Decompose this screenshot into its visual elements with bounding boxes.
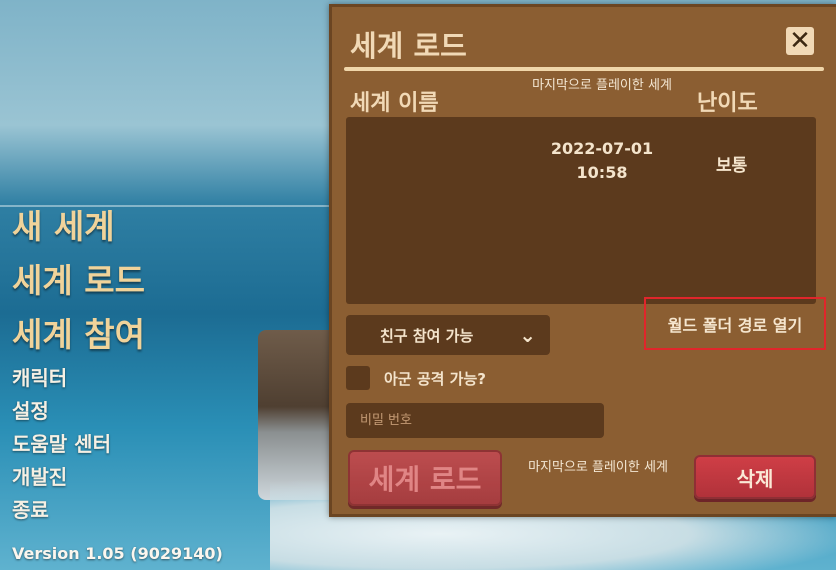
- menu-join-world[interactable]: 세계 참여: [12, 308, 145, 362]
- world-row-last-played[interactable]: 2022-07-01 10:58: [532, 137, 672, 185]
- menu-developer[interactable]: 개발진: [12, 461, 145, 494]
- visibility-select-value: 친구 참여 가능: [380, 326, 474, 345]
- delete-button[interactable]: 삭제: [694, 455, 816, 499]
- footer-last-played: 마지막으로 플레이한 세계: [528, 460, 668, 475]
- open-world-folder-label: 월드 폴더 경로 열기: [667, 315, 803, 335]
- load-world-button-label: 세계 로드: [368, 463, 482, 496]
- column-header-last-played: 마지막으로 플레이한 세계: [532, 78, 672, 93]
- open-world-folder-button[interactable]: 월드 폴더 경로 열기: [644, 297, 826, 350]
- chevron-down-icon: ⌄: [519, 323, 536, 347]
- column-header-name: 세계 이름: [350, 91, 439, 116]
- menu-quit[interactable]: 종료: [12, 494, 145, 527]
- menu-new-world[interactable]: 새 세계: [12, 200, 145, 254]
- friendly-fire-checkbox[interactable]: [346, 366, 370, 390]
- version-label: Version 1.05 (9029140): [12, 544, 223, 563]
- dialog-title: 세계 로드: [350, 29, 467, 63]
- load-world-button[interactable]: 세계 로드: [348, 450, 502, 506]
- menu-help-center[interactable]: 도움말 센터: [12, 428, 145, 461]
- load-world-dialog: 세계 로드 ✕ 세계 이름 마지막으로 플레이한 세계 난이도 2022-07-…: [329, 4, 836, 517]
- title-divider: [344, 67, 824, 71]
- close-icon: ✕: [789, 26, 811, 56]
- menu-character[interactable]: 캐릭터: [12, 362, 145, 395]
- world-row-date: 2022-07-01: [550, 139, 654, 158]
- column-header-difficulty: 난이도: [697, 91, 758, 116]
- delete-button-label: 삭제: [736, 466, 774, 491]
- friendly-fire-label: 아군 공격 가능?: [384, 369, 486, 388]
- friendly-fire-toggle[interactable]: 아군 공격 가능?: [346, 366, 486, 390]
- password-input[interactable]: [346, 403, 604, 438]
- world-row-time: 10:58: [576, 163, 628, 182]
- world-row-difficulty[interactable]: 보통: [716, 151, 747, 176]
- close-button[interactable]: ✕: [786, 27, 814, 55]
- main-menu: 새 세계 세계 로드 세계 참여 캐릭터 설정 도움말 센터 개발진 종료: [12, 200, 145, 527]
- menu-settings[interactable]: 설정: [12, 395, 145, 428]
- menu-load-world[interactable]: 세계 로드: [12, 254, 145, 308]
- visibility-select[interactable]: 친구 참여 가능 ⌄: [346, 315, 550, 355]
